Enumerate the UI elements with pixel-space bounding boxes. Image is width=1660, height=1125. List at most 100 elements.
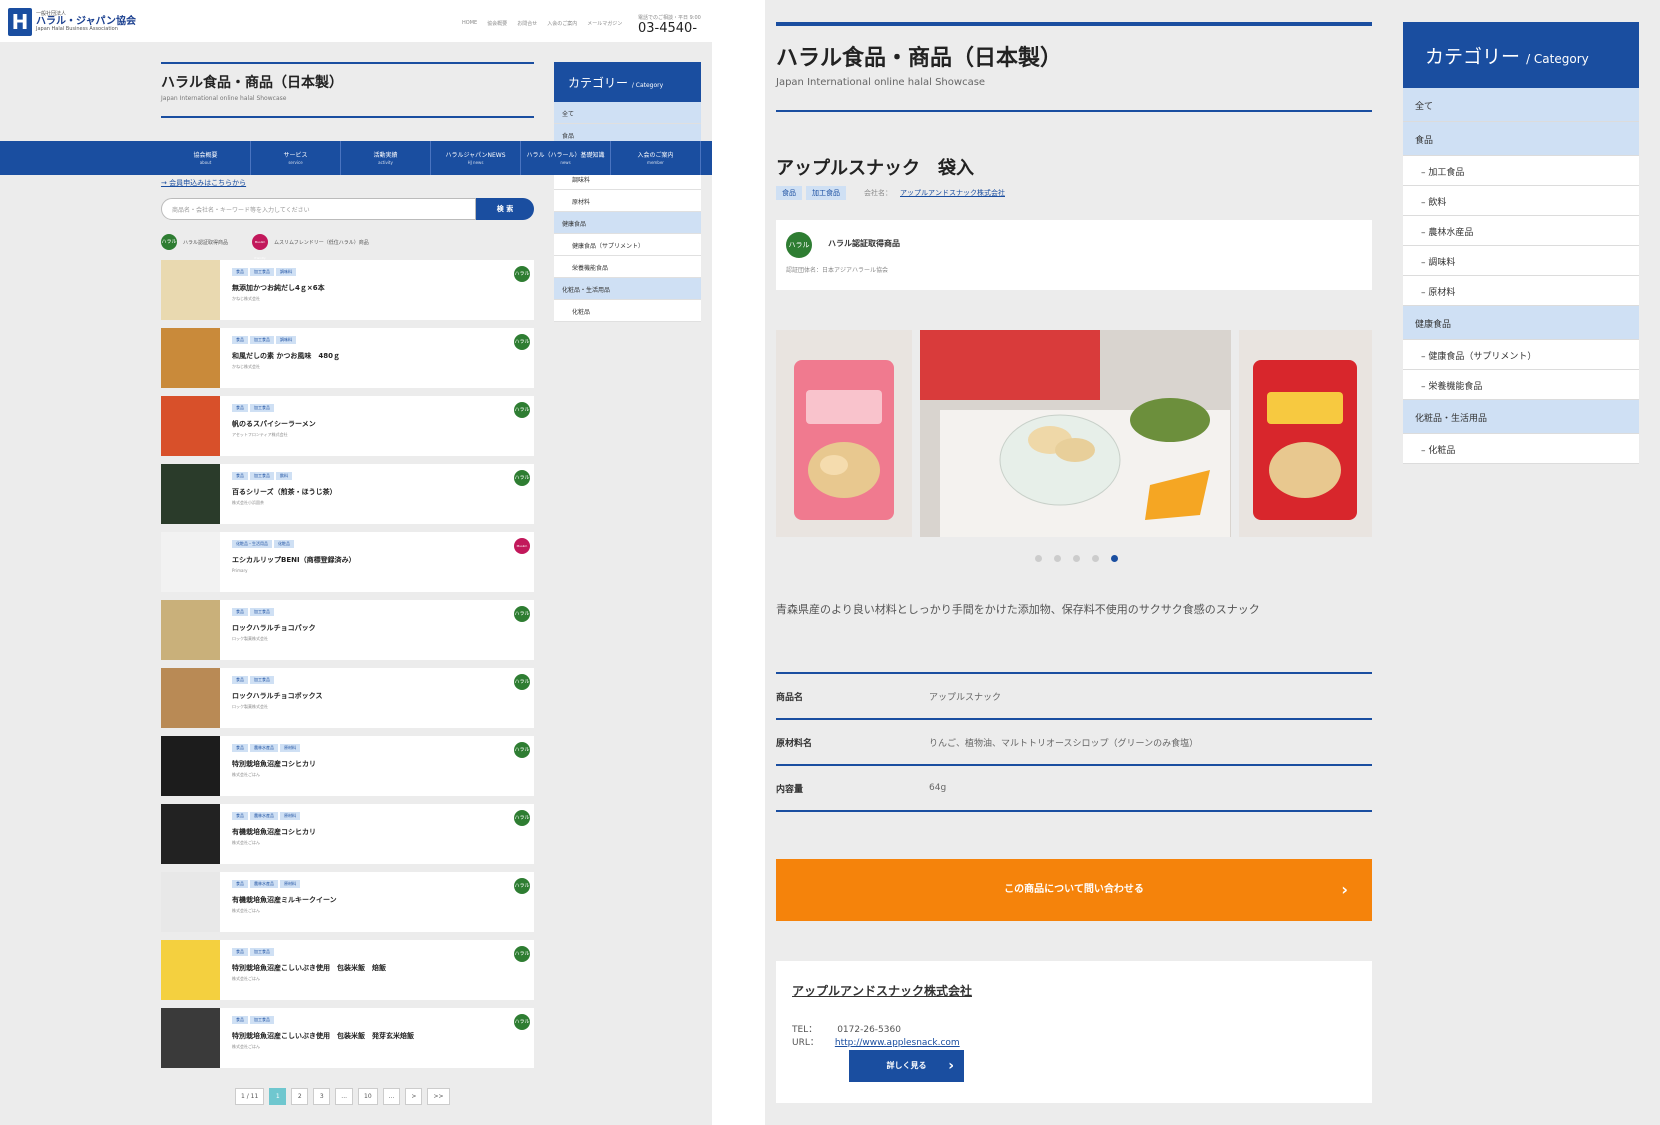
category-item[interactable]: 健康食品（サプリメント） xyxy=(554,234,701,256)
product-thumbnail[interactable] xyxy=(161,396,220,456)
category-item[interactable]: 健康食品 xyxy=(554,212,701,234)
product-tag[interactable]: 食品 xyxy=(232,676,248,684)
product-tag[interactable]: 加工食品 xyxy=(250,608,274,616)
product-tag[interactable]: 加工食品 xyxy=(250,676,274,684)
category-item[interactable]: 健康食品（サプリメント） xyxy=(1403,340,1639,370)
category-item[interactable]: 化粧品 xyxy=(554,300,701,322)
product-tag[interactable]: 加工食品 xyxy=(250,336,274,344)
product-name[interactable]: ロックハラルチョコボックス xyxy=(232,691,322,701)
product-tag[interactable]: 農林水産品 xyxy=(250,812,278,820)
product-tag[interactable]: 加工食品 xyxy=(250,268,274,276)
product-tag[interactable]: 食品 xyxy=(232,812,248,820)
toplink-home[interactable]: HOME xyxy=(462,20,477,27)
product-tag[interactable]: 食品 xyxy=(232,472,248,480)
product-card[interactable]: 食品 加工食品 帆のるスパイシーラーメン アセットフロンティア株式会社 ハラル xyxy=(161,396,534,456)
pager-item[interactable]: 3 xyxy=(313,1088,331,1105)
product-name[interactable]: 百るシリーズ（煎茶・ほうじ茶） xyxy=(232,487,337,497)
tag-food[interactable]: 食品 xyxy=(776,186,802,200)
product-tag[interactable]: 食品 xyxy=(232,1016,248,1024)
product-thumbnail[interactable] xyxy=(161,464,220,524)
product-name[interactable]: エシカルリップBENI（商標登録済み） xyxy=(232,555,356,565)
site-logo[interactable]: H 一般社団法人 ハラル・ジャパン協会 Japan Halal Business… xyxy=(8,8,136,36)
nav-hj-news[interactable]: ハラルジャパンNEWS HJ news xyxy=(431,141,521,175)
product-card[interactable]: 食品 加工食品 特別栽培魚沼産こしいぶき使用 包装米飯 発芽玄米焙飯 株式会社ごはん ハ… xyxy=(161,1008,534,1068)
product-thumbnail[interactable] xyxy=(161,668,220,728)
member-apply-link[interactable]: → 会員申込みはこちらから xyxy=(161,178,246,188)
gallery-image-package-front[interactable] xyxy=(776,330,912,537)
gallery-image-package-back[interactable] xyxy=(1239,330,1372,537)
product-card[interactable]: 化粧品・生活用品 化粧品 エシカルリップBENI（商標登録済み） Primary Mus… xyxy=(161,532,534,592)
product-card[interactable]: 食品 加工食品 飲料 百るシリーズ（煎茶・ほうじ茶） 株式会社小浜園茶 ハラル xyxy=(161,464,534,524)
category-item[interactable]: 化粧品・生活用品 xyxy=(554,278,701,300)
nav-about[interactable]: 協会概要 about xyxy=(161,141,251,175)
product-thumbnail[interactable] xyxy=(161,260,220,320)
product-tag[interactable]: 農林水産品 xyxy=(250,744,278,752)
product-thumbnail[interactable] xyxy=(161,804,220,864)
product-card[interactable]: 食品 加工食品 特別栽培魚沼産こしいぶき使用 包装米飯 焙飯 株式会社ごはん ハラル xyxy=(161,940,534,1000)
category-item[interactable]: 農林水産品 xyxy=(1403,216,1639,246)
pager-item[interactable]: >> xyxy=(427,1088,450,1105)
product-thumbnail[interactable] xyxy=(161,736,220,796)
toplink-join[interactable]: 入会のご案内 xyxy=(547,20,577,27)
pager-item[interactable]: 2 xyxy=(291,1088,309,1105)
product-thumbnail[interactable] xyxy=(161,600,220,660)
nav-basics[interactable]: ハラル（ハラール）基礎知識 news xyxy=(521,141,611,175)
product-tag[interactable]: 原材料 xyxy=(280,744,300,752)
product-card[interactable]: 食品 加工食品 調味料 無添加かつお純だし4ｇ×6本 かねじ株式会社 ハラル xyxy=(161,260,534,320)
product-card[interactable]: 食品 農林水産品 原材料 特別栽培魚沼産コシヒカリ 株式会社ごはん ハラル xyxy=(161,736,534,796)
gallery-dot[interactable] xyxy=(1054,555,1061,562)
nav-activity[interactable]: 活動実績 activity xyxy=(341,141,431,175)
category-item[interactable]: 栄養機能食品 xyxy=(1403,370,1639,400)
product-tag[interactable]: 加工食品 xyxy=(250,1016,274,1024)
product-name[interactable]: 有機栽培魚沼産コシヒカリ xyxy=(232,827,316,837)
product-tag[interactable]: 食品 xyxy=(232,880,248,888)
product-tag[interactable]: 原材料 xyxy=(280,812,300,820)
product-tag[interactable]: 食品 xyxy=(232,608,248,616)
company-name-link[interactable]: アップルアンドスナック株式会社 xyxy=(792,982,972,999)
product-thumbnail[interactable] xyxy=(161,940,220,1000)
category-item[interactable]: 原材料 xyxy=(1403,276,1639,306)
gallery-dot[interactable] xyxy=(1035,555,1042,562)
nav-service[interactable]: サービス service xyxy=(251,141,341,175)
product-tag[interactable]: 調味料 xyxy=(276,268,296,276)
product-card[interactable]: 食品 農林水産品 原材料 有機栽培魚沼産コシヒカリ 株式会社ごはん ハラル xyxy=(161,804,534,864)
product-card[interactable]: 食品 加工食品 ロックハラルチョコパック ロック製菓株式会社 ハラル xyxy=(161,600,534,660)
product-card[interactable]: 食品 加工食品 調味料 和風だしの素 かつお風味 480ｇ かねじ株式会社 ハラル xyxy=(161,328,534,388)
pager-item[interactable]: 10 xyxy=(358,1088,378,1105)
product-tag[interactable]: 飲料 xyxy=(276,472,292,480)
pager-item[interactable]: > xyxy=(405,1088,423,1105)
product-name[interactable]: 無添加かつお純だし4ｇ×6本 xyxy=(232,283,325,293)
pager-item[interactable]: ... xyxy=(382,1088,401,1105)
product-tag[interactable]: 農林水産品 xyxy=(250,880,278,888)
search-input[interactable]: 商品名・会社名・キーワード等を入力してください xyxy=(161,198,476,220)
tag-processed-food[interactable]: 加工食品 xyxy=(806,186,846,200)
category-item[interactable]: 化粧品・生活用品 xyxy=(1403,400,1639,434)
category-item[interactable]: 全て xyxy=(554,102,701,124)
category-item[interactable]: 健康食品 xyxy=(1403,306,1639,340)
product-name[interactable]: 特別栽培魚沼産こしいぶき使用 包装米飯 発芽玄米焙飯 xyxy=(232,1031,414,1041)
category-item[interactable]: 加工食品 xyxy=(1403,156,1639,186)
product-tag[interactable]: 食品 xyxy=(232,948,248,956)
category-item[interactable]: 原材料 xyxy=(554,190,701,212)
product-tag[interactable]: 調味料 xyxy=(276,336,296,344)
gallery-image-serving[interactable] xyxy=(920,330,1231,537)
gallery-dot[interactable] xyxy=(1073,555,1080,562)
search-button[interactable]: 検 索 xyxy=(476,198,534,220)
gallery-dot[interactable] xyxy=(1111,555,1118,562)
product-name[interactable]: ロックハラルチョコパック xyxy=(232,623,316,633)
details-button[interactable]: 詳しく見る › xyxy=(849,1050,964,1082)
product-name[interactable]: 帆のるスパイシーラーメン xyxy=(232,419,316,429)
product-tag[interactable]: 加工食品 xyxy=(250,472,274,480)
product-tag[interactable]: 加工食品 xyxy=(250,404,274,412)
product-gallery[interactable] xyxy=(776,330,1372,537)
product-thumbnail[interactable] xyxy=(161,532,220,592)
category-item[interactable]: 飲料 xyxy=(1403,186,1639,216)
product-thumbnail[interactable] xyxy=(161,872,220,932)
product-tag[interactable]: 食品 xyxy=(232,744,248,752)
product-tag[interactable]: 食品 xyxy=(232,336,248,344)
toplink-contact[interactable]: お問合せ xyxy=(517,20,537,27)
product-tag[interactable]: 化粧品 xyxy=(274,540,294,548)
company-link[interactable]: アップルアンドスナック株式会社 xyxy=(900,188,1005,198)
company-url-link[interactable]: http://www.applesnack.com xyxy=(835,1038,960,1048)
tel-number[interactable]: 03-4540- xyxy=(638,21,701,36)
